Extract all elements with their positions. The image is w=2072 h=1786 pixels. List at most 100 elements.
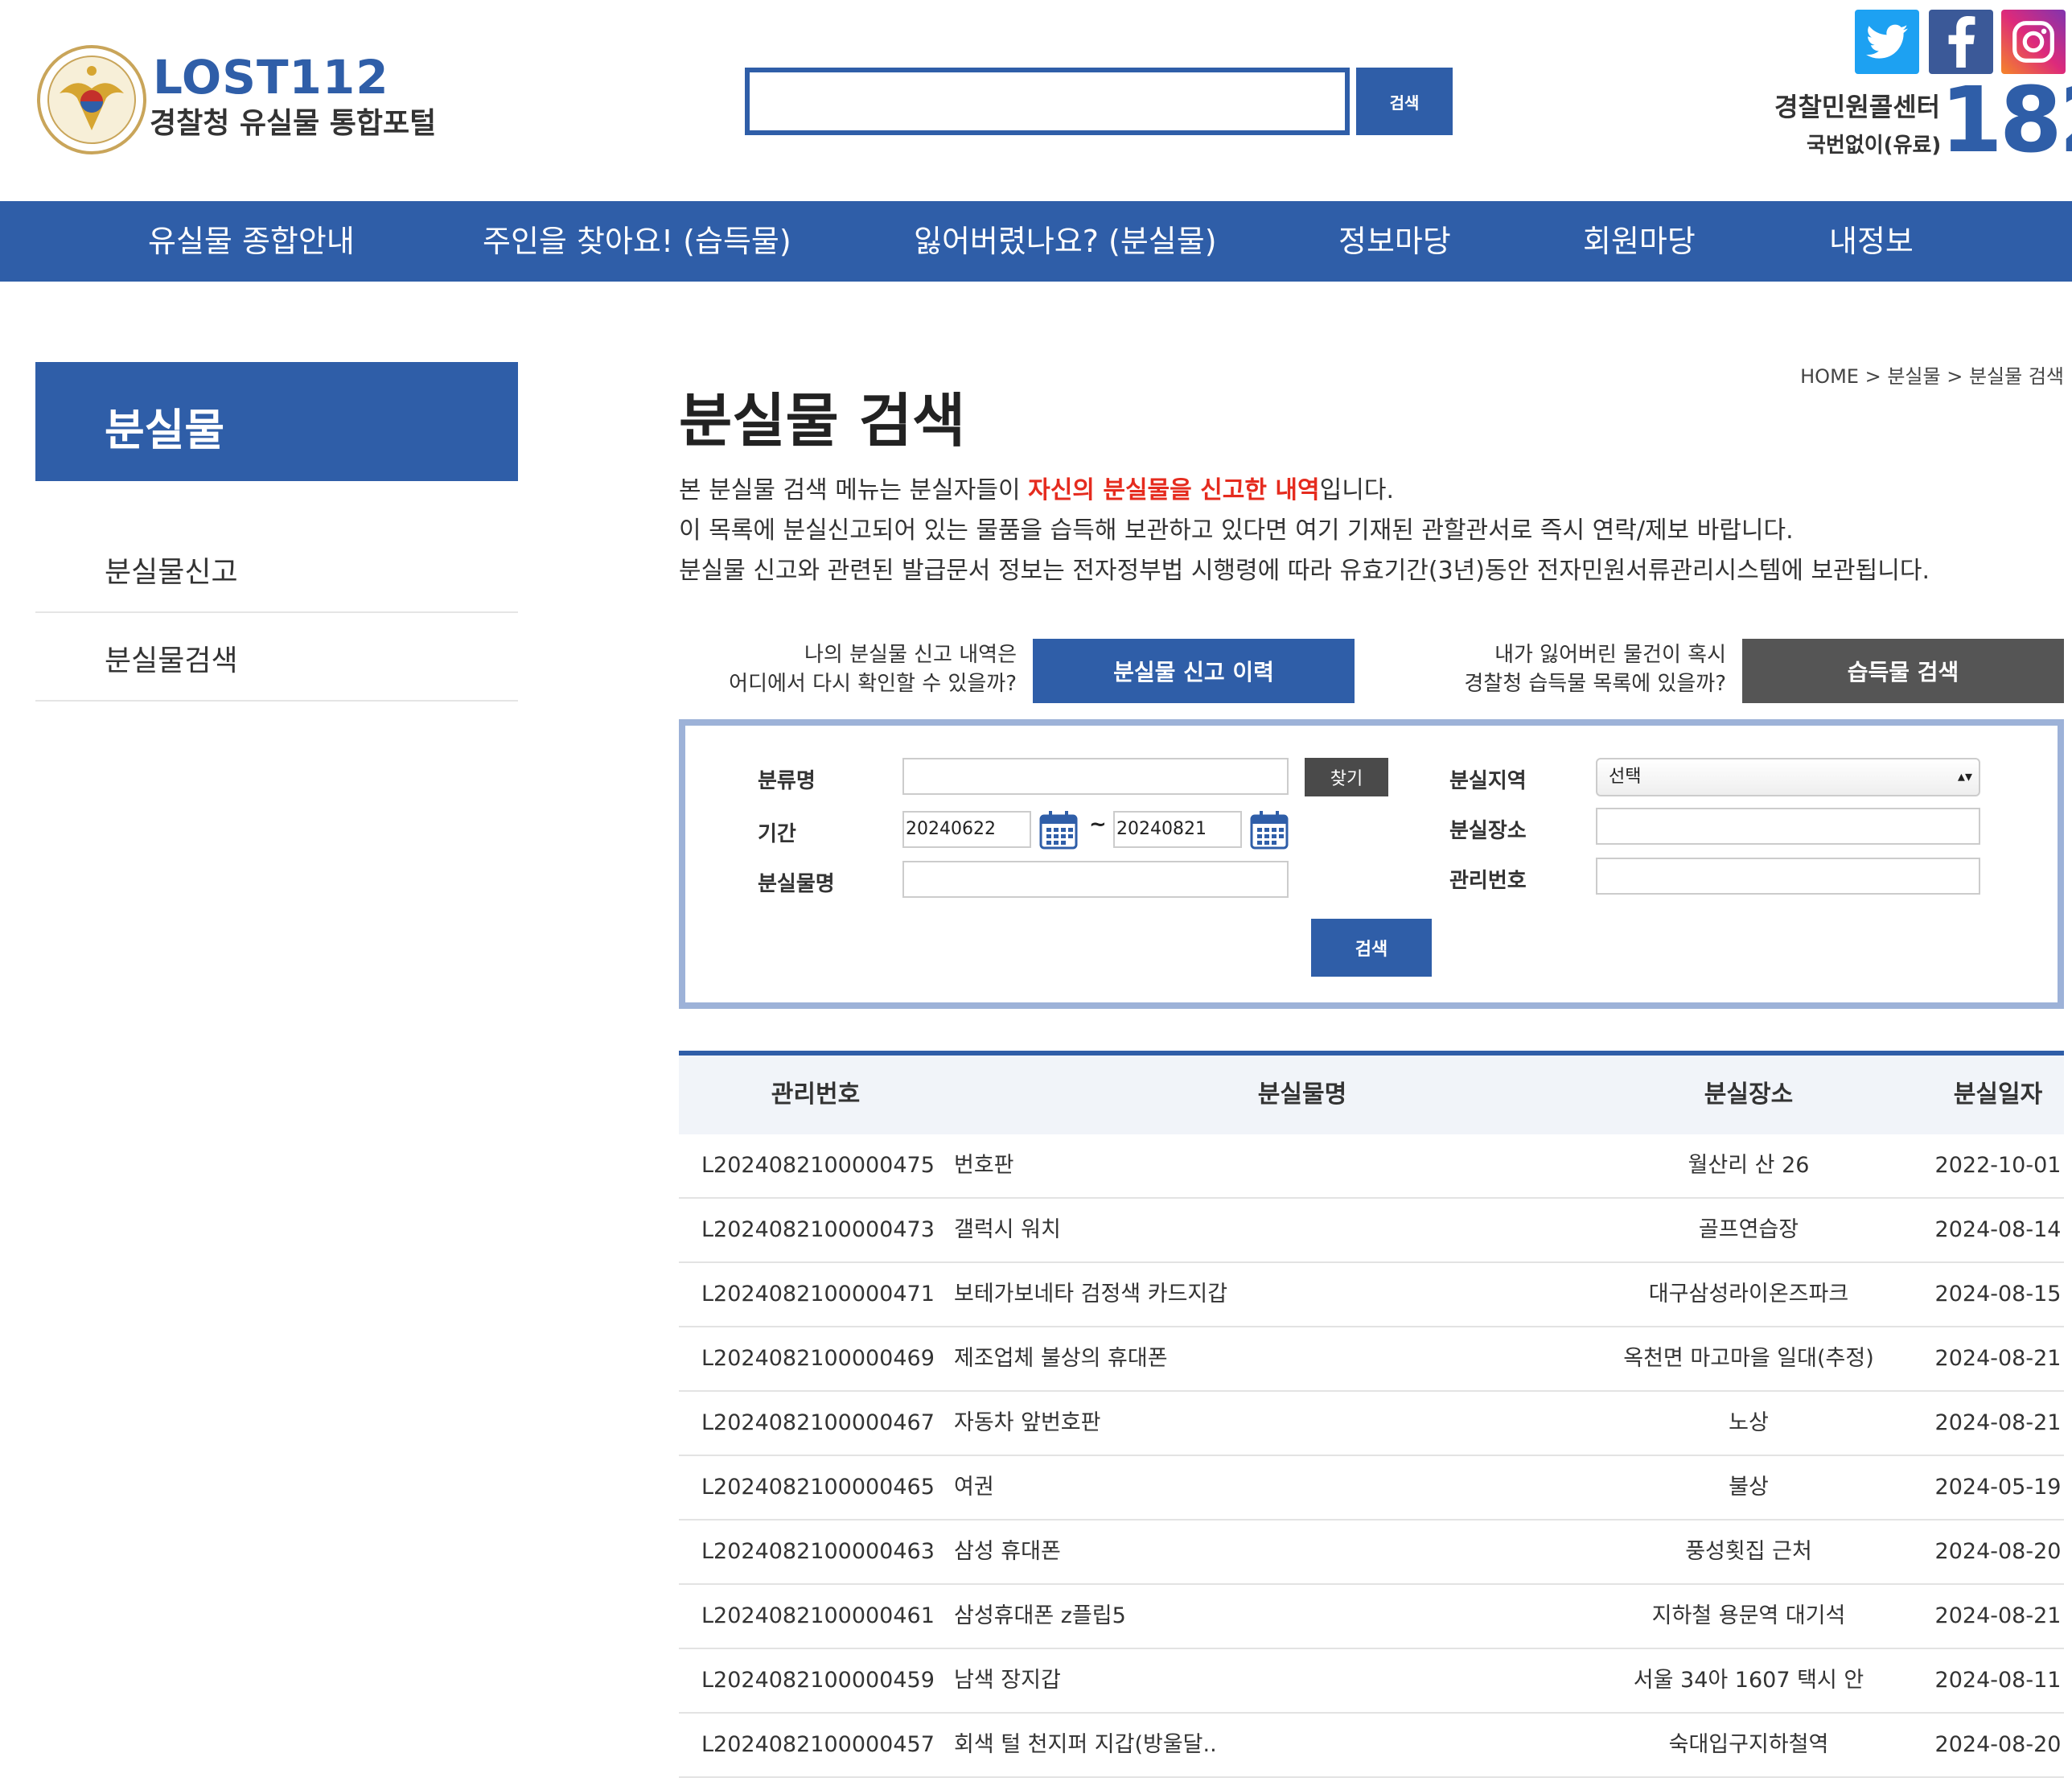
- cell-id[interactable]: L2024082100000461: [701, 1585, 935, 1648]
- table-row[interactable]: L2024082100000461 삼성휴대폰 z플립5 지하철 용문역 대기석…: [679, 1585, 2064, 1649]
- description-line-2: 이 목록에 분실신고되어 있는 물품을 습득해 보관하고 있다면 여기 기재된 …: [679, 516, 1794, 545]
- find-category-button[interactable]: 찾기: [1305, 758, 1388, 796]
- cell-id[interactable]: L2024082100000471: [701, 1263, 935, 1326]
- breadcrumb-home[interactable]: HOME: [1800, 365, 1859, 388]
- header-search-input[interactable]: [745, 68, 1350, 135]
- table-body: L2024082100000475 번호판 월산리 산 26 2022-10-0…: [679, 1134, 2064, 1778]
- nav-item-guide[interactable]: 유실물 종합안내: [148, 201, 355, 282]
- table-row[interactable]: L2024082100000459 남색 장지갑 서울 34아 1607 택시 …: [679, 1649, 2064, 1714]
- facebook-icon[interactable]: [1929, 10, 1993, 74]
- cell-id[interactable]: L2024082100000457: [701, 1714, 935, 1776]
- cell-id[interactable]: L2024082100000463: [701, 1521, 935, 1583]
- cell-name[interactable]: 여권: [954, 1456, 994, 1519]
- sidebar-item-label: 분실물검색: [105, 644, 238, 677]
- table-row[interactable]: L2024082100000457 회색 털 천지퍼 지갑(방울달.. 숙대입구…: [679, 1714, 2064, 1778]
- cell-id[interactable]: L2024082100000473: [701, 1199, 935, 1261]
- nav-item-member[interactable]: 회원마당: [1583, 201, 1696, 282]
- calendar-icon[interactable]: [1250, 809, 1289, 850]
- cell-name[interactable]: 갤럭시 워치: [954, 1199, 1061, 1261]
- cell-name[interactable]: 자동차 앞번호판: [954, 1392, 1100, 1455]
- table-row[interactable]: L2024082100000475 번호판 월산리 산 26 2022-10-0…: [679, 1134, 2064, 1199]
- place-input[interactable]: [1596, 808, 1980, 845]
- nav-item-found[interactable]: 주인을 찾아요! (습득물): [483, 201, 791, 282]
- promo-left-line: 어디에서 다시 확인할 수 있을까?: [729, 672, 1017, 696]
- description-text: 입니다.: [1319, 476, 1394, 504]
- cell-place: 월산리 산 26: [1688, 1153, 1810, 1178]
- chevron-right-icon: >: [1947, 365, 1969, 388]
- callcenter-label: 경찰민원콜센터: [1774, 92, 1941, 122]
- cell-date: 2024-08-21: [1934, 1410, 2062, 1435]
- cell-place: 대구삼성라이온즈파크: [1648, 1282, 1849, 1307]
- lost-report-history-button[interactable]: 분실물 신고 이력: [1033, 639, 1355, 703]
- table-row[interactable]: L2024082100000471 보테가보네타 검정색 카드지갑 대구삼성라이…: [679, 1263, 2064, 1327]
- column-header-date: 분실일자: [1953, 1080, 2043, 1109]
- cell-name[interactable]: 번호판: [954, 1134, 1014, 1197]
- nav-item-myinfo[interactable]: 내정보: [1829, 201, 1914, 282]
- description-line-1: 본 분실물 검색 메뉴는 분실자들이 자신의 분실물을 신고한 내역입니다.: [679, 470, 1394, 505]
- sidebar-item-report[interactable]: 분실물신고: [35, 525, 518, 613]
- police-emblem-logo[interactable]: [35, 43, 148, 156]
- date-to-input[interactable]: 20240821: [1113, 811, 1242, 848]
- cell-date: 2022-10-01: [1934, 1153, 2062, 1178]
- cell-name[interactable]: 보테가보네타 검정색 카드지갑: [954, 1263, 1227, 1326]
- twitter-icon[interactable]: [1855, 10, 1919, 74]
- sidebar-title: 분실물: [105, 405, 225, 455]
- region-select[interactable]: 선택 ▴▾: [1596, 758, 1980, 796]
- cell-id[interactable]: L2024082100000465: [701, 1456, 935, 1519]
- sidebar-title-box: 분실물: [35, 362, 518, 481]
- promo-right-line: 경찰청 습득물 목록에 있을까?: [1464, 672, 1726, 696]
- cell-id[interactable]: L2024082100000467: [701, 1392, 935, 1455]
- calendar-icon[interactable]: [1039, 809, 1078, 850]
- column-header-name: 분실물명: [1257, 1080, 1347, 1109]
- manage-no-input[interactable]: [1596, 858, 1980, 895]
- cell-date: 2024-08-14: [1934, 1217, 2062, 1242]
- table-row[interactable]: L2024082100000473 갤럭시 워치 골프연습장 2024-08-1…: [679, 1199, 2064, 1263]
- sidebar-item-search[interactable]: 분실물검색: [35, 613, 518, 702]
- results-table: 관리번호 분실물명 분실장소 분실일자 L2024082100000475 번호…: [679, 1051, 2064, 1778]
- cell-place: 노상: [1729, 1410, 1769, 1435]
- promo-right-line: 내가 잃어버린 물건이 혹시: [1494, 643, 1726, 667]
- cell-id[interactable]: L2024082100000469: [701, 1327, 935, 1390]
- logo-subtitle[interactable]: 경찰청 유실물 통합포털: [150, 100, 436, 142]
- nav-item-lost[interactable]: 잃어버렸나요? (분실물): [914, 201, 1217, 282]
- table-row[interactable]: L2024082100000467 자동차 앞번호판 노상 2024-08-21: [679, 1392, 2064, 1456]
- chevron-right-icon: >: [1864, 365, 1888, 388]
- cell-place: 숙대입구지하철역: [1668, 1732, 1829, 1757]
- cell-name[interactable]: 제조업체 불상의 휴대폰: [954, 1327, 1168, 1390]
- cell-date: 2024-08-11: [1934, 1668, 2062, 1693]
- cell-name[interactable]: 삼성 휴대폰: [954, 1521, 1061, 1583]
- table-header: 관리번호 분실물명 분실장소 분실일자: [679, 1051, 2064, 1134]
- place-label: 분실장소: [1449, 819, 1527, 843]
- logo-title[interactable]: LOST112: [153, 50, 389, 105]
- header-search-button[interactable]: 검색: [1356, 68, 1453, 135]
- column-header-place: 분실장소: [1704, 1080, 1794, 1109]
- instagram-icon[interactable]: [2001, 10, 2066, 74]
- description-text: 본 분실물 검색 메뉴는 분실자들이: [679, 476, 1029, 504]
- table-row[interactable]: L2024082100000463 삼성 휴대폰 풍성횟집 근처 2024-08…: [679, 1521, 2064, 1585]
- found-item-search-button[interactable]: 습득물 검색: [1742, 639, 2064, 703]
- description-line-3: 분실물 신고와 관련된 발급문서 정보는 전자정부법 시행령에 따라 유효기간(…: [679, 557, 1930, 585]
- site-header: LOST112 경찰청 유실물 통합포털 검색 경찰민원콜센터 국번없이(유료)…: [0, 0, 2072, 201]
- cell-place: 골프연습장: [1698, 1217, 1799, 1242]
- promo-left-line: 나의 분실물 신고 내역은: [804, 643, 1017, 667]
- cell-name[interactable]: 삼성휴대폰 z플립5: [954, 1585, 1126, 1648]
- cell-place: 서울 34아 1607 택시 안: [1633, 1668, 1864, 1693]
- cell-date: 2024-08-20: [1934, 1539, 2062, 1564]
- item-name-input[interactable]: [902, 861, 1289, 898]
- callcenter-number: 182: [1940, 68, 2072, 173]
- cell-name[interactable]: 남색 장지갑: [954, 1649, 1061, 1712]
- period-label: 기간: [758, 822, 796, 846]
- table-row[interactable]: L2024082100000469 제조업체 불상의 휴대폰 옥천면 마고마을 …: [679, 1327, 2064, 1392]
- cell-name[interactable]: 회색 털 천지퍼 지갑(방울달..: [954, 1714, 1217, 1776]
- table-row[interactable]: L2024082100000465 여권 불상 2024-05-19: [679, 1456, 2064, 1521]
- breadcrumb-level1[interactable]: 분실물: [1887, 365, 1940, 388]
- breadcrumb-level2[interactable]: 분실물 검색: [1969, 365, 2064, 388]
- category-input[interactable]: [902, 758, 1289, 795]
- cell-id[interactable]: L2024082100000475: [701, 1134, 935, 1197]
- sidebar-item-label: 분실물신고: [105, 556, 238, 589]
- cell-id[interactable]: L2024082100000459: [701, 1649, 935, 1712]
- date-from-input[interactable]: 20240622: [902, 811, 1031, 848]
- search-submit-button[interactable]: 검색: [1311, 919, 1432, 977]
- nav-item-info[interactable]: 정보마당: [1338, 201, 1451, 282]
- manage-no-label: 관리번호: [1449, 869, 1527, 893]
